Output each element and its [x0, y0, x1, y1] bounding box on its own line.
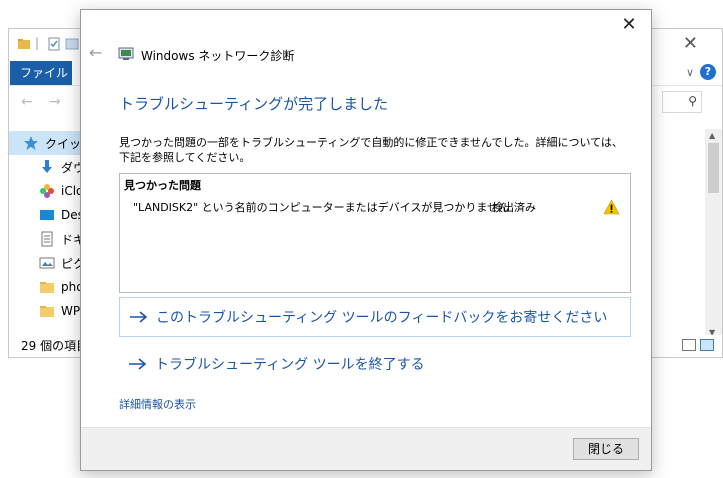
navigation-pane: クイック ダウ iClo Des ドキ ピク pho WP — [9, 131, 93, 339]
exit-troubleshooter-link[interactable]: トラブルシューティング ツールを終了する — [119, 344, 631, 384]
dialog-footer: 閉じる — [81, 427, 651, 470]
sidebar-item-folder-pho[interactable]: pho — [9, 275, 89, 299]
large-icons-view-icon[interactable] — [700, 339, 714, 351]
sidebar-item-documents[interactable]: ドキ — [9, 227, 89, 251]
pictures-icon — [39, 257, 55, 269]
folder-icon — [40, 306, 54, 317]
network-diagnostics-icon — [118, 47, 134, 60]
back-arrow-icon[interactable]: ← — [21, 94, 33, 110]
forward-arrow-icon[interactable]: → — [49, 94, 61, 110]
photos-icon — [40, 184, 54, 198]
folder-icon — [40, 282, 54, 293]
view-details-link[interactable]: 詳細情報の表示 — [119, 396, 196, 412]
ribbon-expand-chevron-icon[interactable]: ∨ — [686, 66, 694, 79]
problems-list: 見つかった問題 "LANDISK2" という名前のコンピューターまたはデバイスが… — [119, 173, 631, 293]
star-icon — [24, 136, 38, 150]
search-icon: ⚲ — [688, 94, 697, 108]
problem-description: "LANDISK2" という名前のコンピューターまたはデバイスが見つかりません — [133, 201, 509, 214]
document-icon — [41, 231, 53, 247]
description-text: 見つかった問題の一部をトラブルシューティングで自動的に修正できませんでした。詳細… — [119, 136, 623, 164]
network-diagnostics-dialog: ✕ ← Windows ネットワーク診断 トラブルシューティングが完了しました … — [80, 9, 652, 471]
list-item[interactable]: "LANDISK2" という名前のコンピューターまたはデバイスが見つかりません … — [120, 196, 630, 218]
properties-icon[interactable] — [47, 37, 61, 51]
desktop-icon — [40, 210, 54, 220]
explorer-close-icon[interactable]: ✕ — [683, 33, 698, 54]
folder-icon[interactable] — [17, 37, 31, 51]
sidebar-item-label: WP — [61, 304, 81, 318]
sidebar-item-folder-wp[interactable]: WP — [9, 299, 89, 323]
sidebar-item-downloads[interactable]: ダウ — [9, 155, 89, 179]
explorer-scrollbar[interactable]: ▲ ▼ — [705, 129, 722, 339]
back-arrow-icon[interactable]: ← — [89, 43, 102, 62]
problems-header: 見つかった問題 — [124, 179, 201, 192]
download-icon — [42, 160, 52, 173]
exit-link-label: トラブルシューティング ツールを終了する — [155, 357, 425, 373]
scroll-up-icon[interactable]: ▲ — [709, 131, 715, 140]
sidebar-item-desktop[interactable]: Des — [9, 203, 89, 227]
toolbar-divider: | — [35, 36, 40, 50]
warning-icon — [603, 199, 620, 215]
arrow-right-icon — [130, 311, 148, 323]
file-tab[interactable]: ファイル — [10, 61, 72, 85]
details-view-icon[interactable] — [682, 339, 696, 351]
search-input[interactable]: ⚲ — [662, 91, 702, 113]
item-count: 29 個の項目 — [21, 339, 89, 353]
new-folder-icon[interactable] — [65, 37, 79, 51]
scroll-thumb[interactable] — [708, 143, 719, 193]
sidebar-item-pictures[interactable]: ピク — [9, 251, 89, 275]
sidebar-item-quick-access[interactable]: クイック — [9, 131, 93, 155]
dialog-close-icon[interactable]: ✕ — [617, 14, 641, 36]
feedback-link[interactable]: このトラブルシューティング ツールのフィードバックをお寄せください — [119, 297, 631, 337]
page-heading: トラブルシューティングが完了しました — [119, 95, 389, 113]
arrow-right-icon — [129, 358, 147, 370]
dialog-title: Windows ネットワーク診断 — [141, 49, 295, 63]
feedback-link-label: このトラブルシューティング ツールのフィードバックをお寄せください — [156, 310, 608, 326]
help-icon[interactable]: ? — [700, 64, 716, 80]
close-button[interactable]: 閉じる — [573, 438, 639, 460]
sidebar-item-icloud-photos[interactable]: iClo — [9, 179, 89, 203]
problem-status: 検出済み — [492, 201, 536, 214]
